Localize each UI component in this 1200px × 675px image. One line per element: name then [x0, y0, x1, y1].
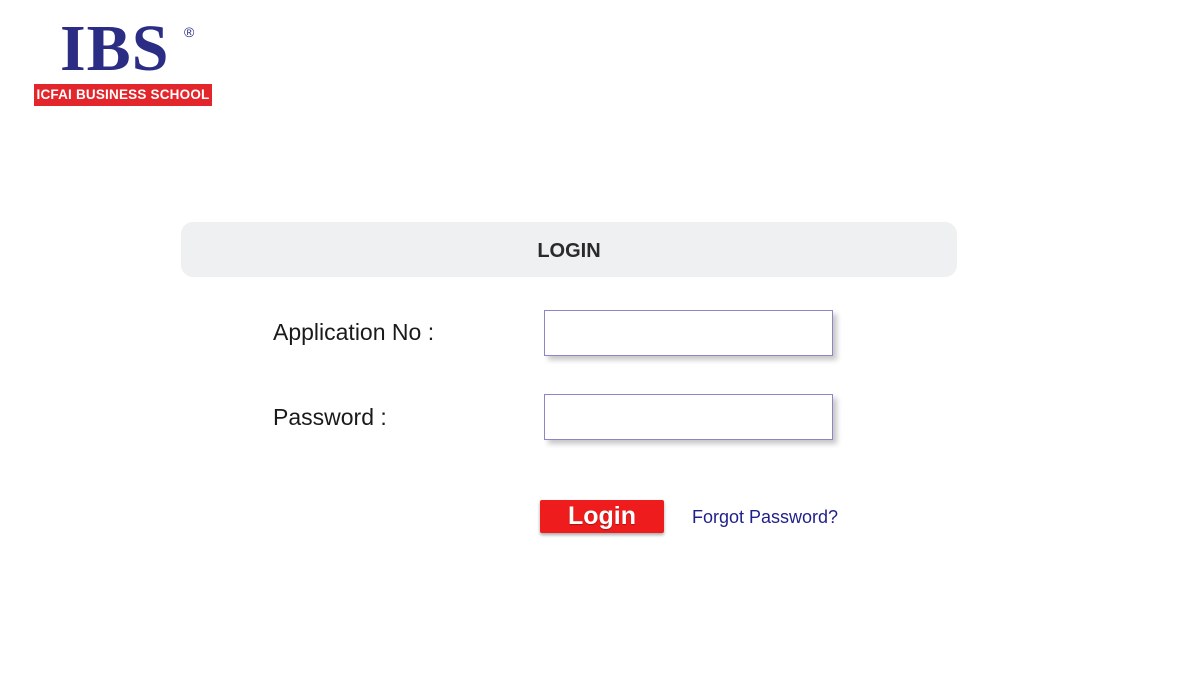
logo-letters: IBS	[60, 12, 170, 85]
application-no-input[interactable]	[544, 310, 833, 356]
password-label: Password :	[273, 404, 387, 430]
login-header-bar: LOGIN	[181, 222, 957, 277]
password-input[interactable]	[544, 394, 833, 440]
logo-tagline: ICFAI BUSINESS SCHOOL	[34, 84, 212, 106]
registered-mark: ®	[184, 24, 195, 40]
login-button[interactable]: Login	[540, 500, 664, 533]
login-page: IBS ® ICFAI BUSINESS SCHOOL LOGIN Applic…	[0, 0, 1200, 675]
ibs-logo: IBS ® ICFAI BUSINESS SCHOOL	[34, 16, 212, 108]
application-no-label: Application No :	[273, 319, 435, 345]
forgot-password-link[interactable]: Forgot Password?	[692, 507, 838, 528]
login-title: LOGIN	[537, 240, 601, 262]
